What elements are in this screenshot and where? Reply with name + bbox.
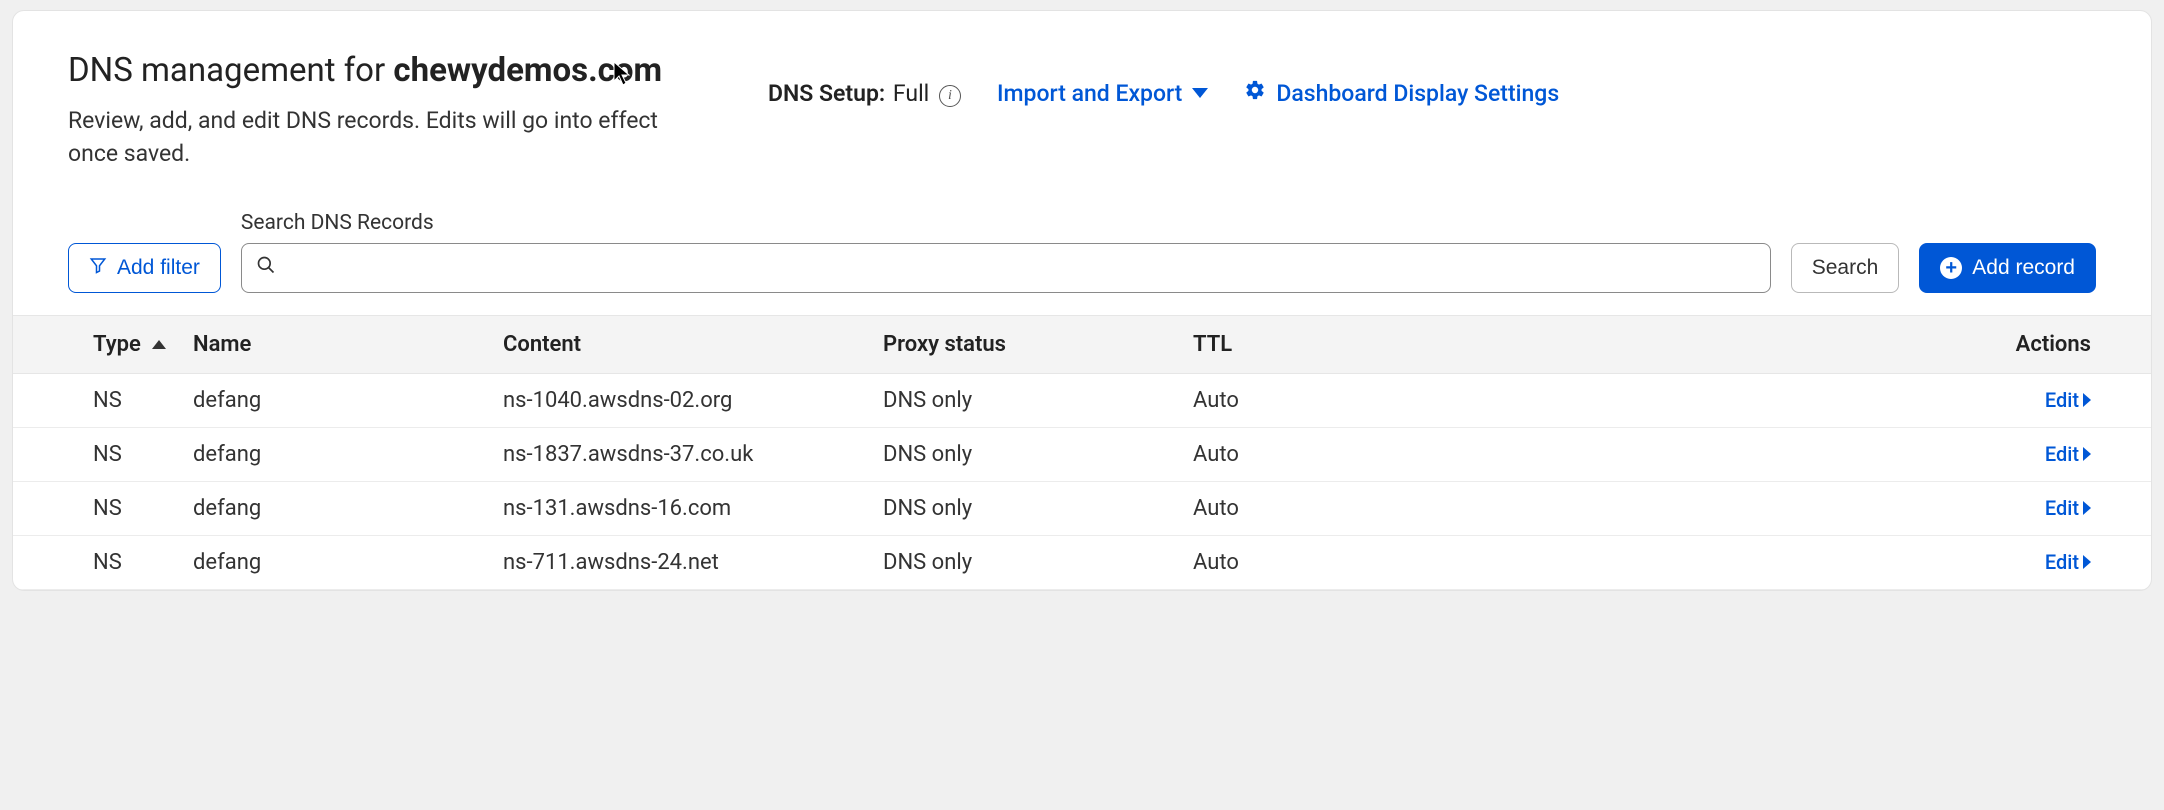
plus-icon: + <box>1940 257 1962 279</box>
title-domain: chewydemos.com <box>393 51 662 90</box>
add-record-button[interactable]: + Add record <box>1919 243 2096 293</box>
cell-type: NS <box>13 535 183 589</box>
cell-content: ns-1040.awsdns-02.org <box>493 373 873 427</box>
panel-header: DNS management for chewydemos.com Review… <box>13 11 2151 171</box>
search-input[interactable] <box>286 244 1756 292</box>
dns-setup-group: DNS Setup: Full i <box>768 80 961 107</box>
edit-label: Edit <box>2045 496 2079 520</box>
edit-button[interactable]: Edit <box>2045 550 2091 574</box>
title-prefix: DNS management for <box>68 51 393 90</box>
cell-name: defang <box>183 427 493 481</box>
display-settings-button[interactable]: Dashboard Display Settings <box>1244 79 1559 107</box>
controls-row: Add filter Search DNS Records Search + A… <box>13 171 2151 315</box>
caret-right-icon <box>2083 555 2091 569</box>
cell-content: ns-711.awsdns-24.net <box>493 535 873 589</box>
cell-type: NS <box>13 427 183 481</box>
dns-setup-value: Full <box>893 80 929 107</box>
col-header-actions: Actions <box>1383 315 2151 373</box>
edit-label: Edit <box>2045 388 2079 412</box>
add-record-label: Add record <box>1972 256 2075 280</box>
edit-label: Edit <box>2045 550 2079 574</box>
table-row: NSdefangns-1837.awsdns-37.co.ukDNS onlyA… <box>13 427 2151 481</box>
dns-setup-label: DNS Setup: <box>768 80 885 107</box>
cell-type: NS <box>13 373 183 427</box>
cell-ttl: Auto <box>1183 535 1383 589</box>
caret-right-icon <box>2083 393 2091 407</box>
page-subtitle: Review, add, and edit DNS records. Edits… <box>68 104 668 171</box>
cell-proxy: DNS only <box>873 427 1183 481</box>
cell-name: defang <box>183 535 493 589</box>
caret-right-icon <box>2083 501 2091 515</box>
import-export-label: Import and Export <box>997 80 1182 107</box>
cell-actions: Edit <box>1383 373 2151 427</box>
table-row: NSdefangns-711.awsdns-24.netDNS onlyAuto… <box>13 535 2151 589</box>
cell-ttl: Auto <box>1183 427 1383 481</box>
dns-records-table: Type Name Content Proxy status TTL Actio… <box>13 315 2151 590</box>
search-block: Search DNS Records <box>241 211 1771 293</box>
edit-button[interactable]: Edit <box>2045 496 2091 520</box>
caret-down-icon <box>1192 88 1208 98</box>
col-header-name[interactable]: Name <box>183 315 493 373</box>
edit-button[interactable]: Edit <box>2045 388 2091 412</box>
search-icon <box>256 255 276 280</box>
header-actions: DNS Setup: Full i Import and Export Dash… <box>708 51 2096 107</box>
table-header-row: Type Name Content Proxy status TTL Actio… <box>13 315 2151 373</box>
cell-actions: Edit <box>1383 427 2151 481</box>
title-block: DNS management for chewydemos.com Review… <box>68 51 668 171</box>
col-header-content[interactable]: Content <box>493 315 873 373</box>
cell-type: NS <box>13 481 183 535</box>
search-button-label: Search <box>1812 256 1879 280</box>
dns-management-panel: DNS management for chewydemos.com Review… <box>12 10 2152 591</box>
search-label: Search DNS Records <box>241 211 1771 235</box>
import-export-button[interactable]: Import and Export <box>997 80 1208 107</box>
cell-proxy: DNS only <box>873 481 1183 535</box>
cell-ttl: Auto <box>1183 373 1383 427</box>
cell-proxy: DNS only <box>873 373 1183 427</box>
col-header-ttl[interactable]: TTL <box>1183 315 1383 373</box>
cell-ttl: Auto <box>1183 481 1383 535</box>
caret-right-icon <box>2083 447 2091 461</box>
col-header-proxy[interactable]: Proxy status <box>873 315 1183 373</box>
filter-icon <box>89 256 107 280</box>
cell-actions: Edit <box>1383 481 2151 535</box>
search-button[interactable]: Search <box>1791 243 1900 293</box>
edit-button[interactable]: Edit <box>2045 442 2091 466</box>
cell-name: defang <box>183 373 493 427</box>
cell-proxy: DNS only <box>873 535 1183 589</box>
cell-name: defang <box>183 481 493 535</box>
cell-content: ns-131.awsdns-16.com <box>493 481 873 535</box>
add-filter-label: Add filter <box>117 256 200 280</box>
info-icon[interactable]: i <box>939 85 961 107</box>
page-title: DNS management for chewydemos.com <box>68 51 668 90</box>
col-header-type[interactable]: Type <box>13 315 183 373</box>
search-input-wrap[interactable] <box>241 243 1771 293</box>
edit-label: Edit <box>2045 442 2079 466</box>
display-settings-label: Dashboard Display Settings <box>1276 80 1559 107</box>
gear-icon <box>1244 79 1266 107</box>
sort-asc-icon <box>152 340 166 349</box>
add-filter-button[interactable]: Add filter <box>68 243 221 293</box>
table-row: NSdefangns-1040.awsdns-02.orgDNS onlyAut… <box>13 373 2151 427</box>
table-row: NSdefangns-131.awsdns-16.comDNS onlyAuto… <box>13 481 2151 535</box>
cell-actions: Edit <box>1383 535 2151 589</box>
cell-content: ns-1837.awsdns-37.co.uk <box>493 427 873 481</box>
